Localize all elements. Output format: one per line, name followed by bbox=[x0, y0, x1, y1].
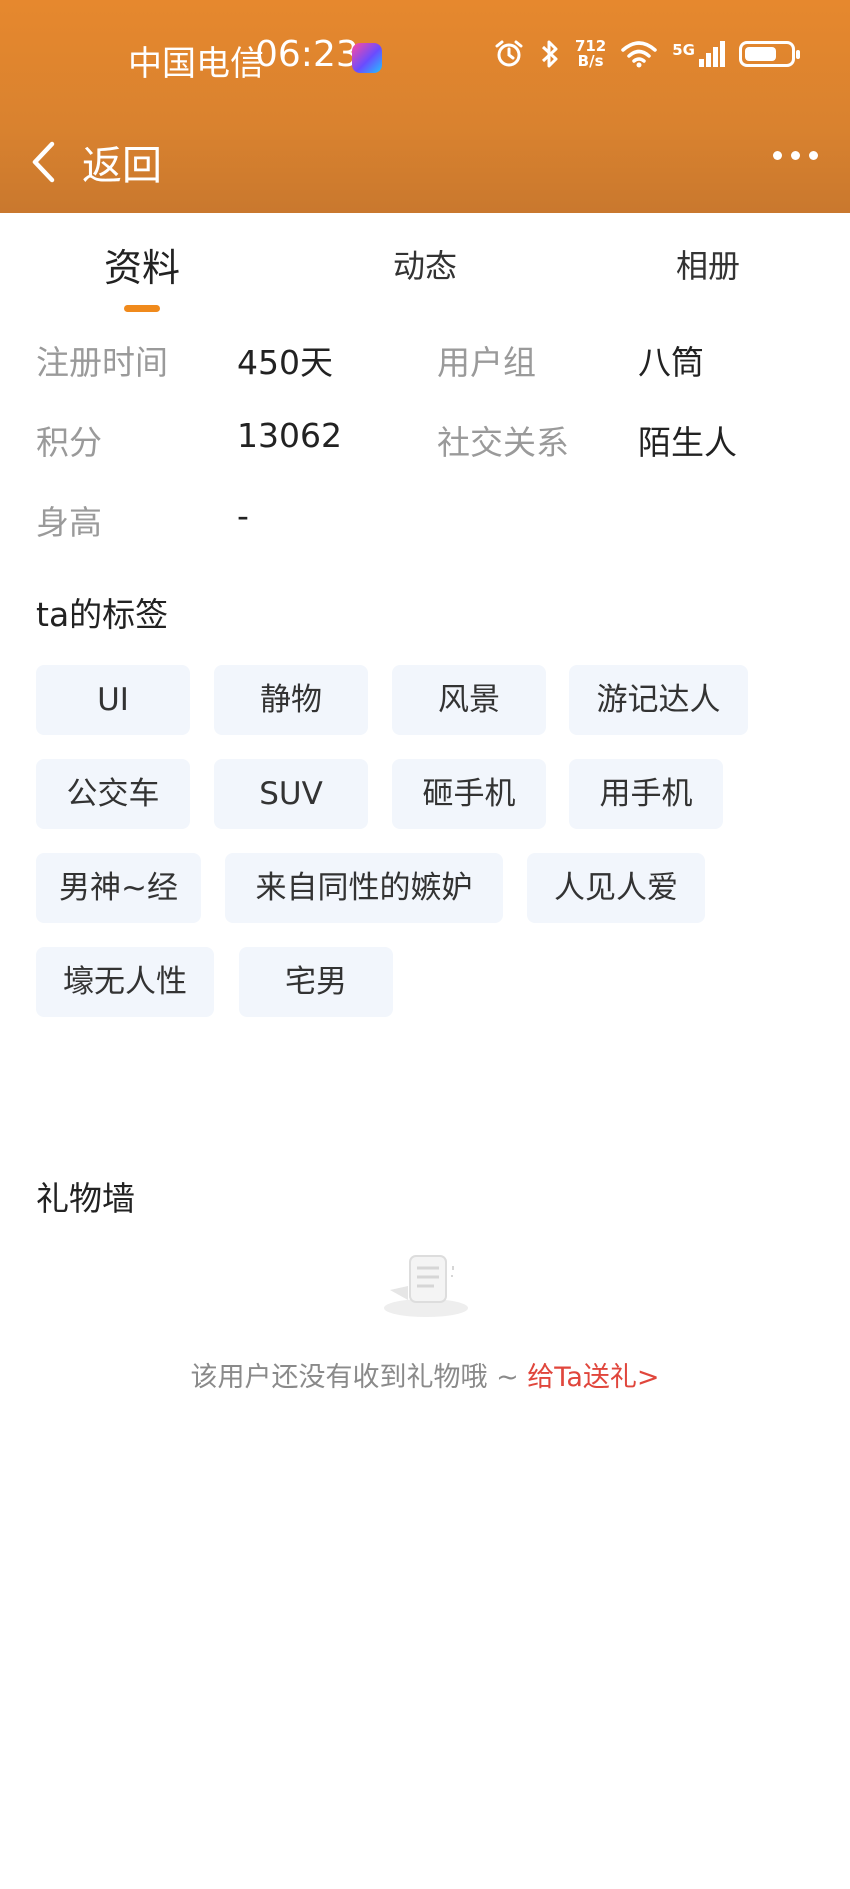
tab-album[interactable]: 相册 bbox=[676, 241, 740, 287]
tag-item[interactable]: 壕无人性 bbox=[36, 947, 214, 1017]
height-value: - bbox=[237, 496, 249, 535]
nav-bar: 返回 bbox=[0, 115, 850, 213]
chevron-left-icon bbox=[32, 141, 55, 183]
app-notification-icon bbox=[352, 43, 382, 73]
tab-activity[interactable]: 动态 bbox=[393, 241, 457, 287]
register-time-label: 注册时间 bbox=[36, 343, 168, 382]
tag-item[interactable]: UI bbox=[36, 665, 190, 735]
empty-gift-icon bbox=[384, 1255, 468, 1317]
tag-item[interactable]: 静物 bbox=[214, 665, 368, 735]
tag-item[interactable]: 人见人爱 bbox=[527, 853, 705, 923]
gift-empty-message: 该用户还没有收到礼物哦 ~ 给Ta送礼> bbox=[0, 1355, 850, 1394]
back-button[interactable]: 返回 bbox=[28, 133, 162, 191]
tag-item[interactable]: 风景 bbox=[392, 665, 546, 735]
tags-section-title: ta的标签 bbox=[36, 595, 169, 634]
status-bar: 中国电信 06:23 712 B/s 5G bbox=[0, 0, 850, 115]
gift-empty-text: 该用户还没有收到礼物哦 ~ bbox=[190, 1362, 528, 1393]
send-gift-link[interactable]: 给Ta送礼> bbox=[527, 1362, 659, 1393]
points-value: 13062 bbox=[237, 416, 342, 455]
tag-item[interactable]: 男神~经 bbox=[36, 853, 201, 923]
social-relation-label: 社交关系 bbox=[437, 423, 569, 462]
tag-item[interactable]: 公交车 bbox=[36, 759, 190, 829]
status-icons: 712 B/s 5G bbox=[493, 37, 800, 70]
tag-item[interactable]: 用手机 bbox=[569, 759, 723, 829]
carrier-name: 中国电信 bbox=[128, 44, 264, 84]
wifi-icon bbox=[621, 41, 657, 68]
social-relation-value: 陌生人 bbox=[638, 423, 737, 462]
alarm-icon bbox=[495, 40, 523, 67]
battery-icon bbox=[739, 41, 800, 67]
status-time: 06:23 bbox=[255, 34, 359, 75]
gift-wall-title: 礼物墙 bbox=[36, 1179, 135, 1218]
user-group-value: 八筒 bbox=[638, 343, 704, 382]
height-label: 身高 bbox=[36, 503, 102, 542]
tag-item[interactable]: SUV bbox=[214, 759, 368, 829]
app-header: 中国电信 06:23 712 B/s 5G 返回 bbox=[0, 0, 850, 213]
profile-tabs: 资料 动态 相册 bbox=[0, 213, 850, 313]
active-tab-indicator bbox=[124, 305, 160, 312]
tab-profile[interactable]: 资料 bbox=[104, 237, 180, 292]
register-time-value: 450天 bbox=[237, 343, 333, 382]
tag-item[interactable]: 砸手机 bbox=[392, 759, 546, 829]
tag-item[interactable]: 来自同性的嫉妒 bbox=[225, 853, 503, 923]
tag-item[interactable]: 宅男 bbox=[239, 947, 393, 1017]
bluetooth-icon bbox=[541, 40, 558, 68]
cellular-signal-icon: 5G bbox=[672, 41, 725, 67]
user-group-label: 用户组 bbox=[437, 343, 536, 382]
more-options-icon[interactable] bbox=[773, 151, 818, 160]
points-label: 积分 bbox=[36, 423, 102, 462]
back-label: 返回 bbox=[82, 143, 162, 189]
tag-item[interactable]: 游记达人 bbox=[569, 665, 748, 735]
network-speed: 712 B/s bbox=[574, 37, 607, 70]
